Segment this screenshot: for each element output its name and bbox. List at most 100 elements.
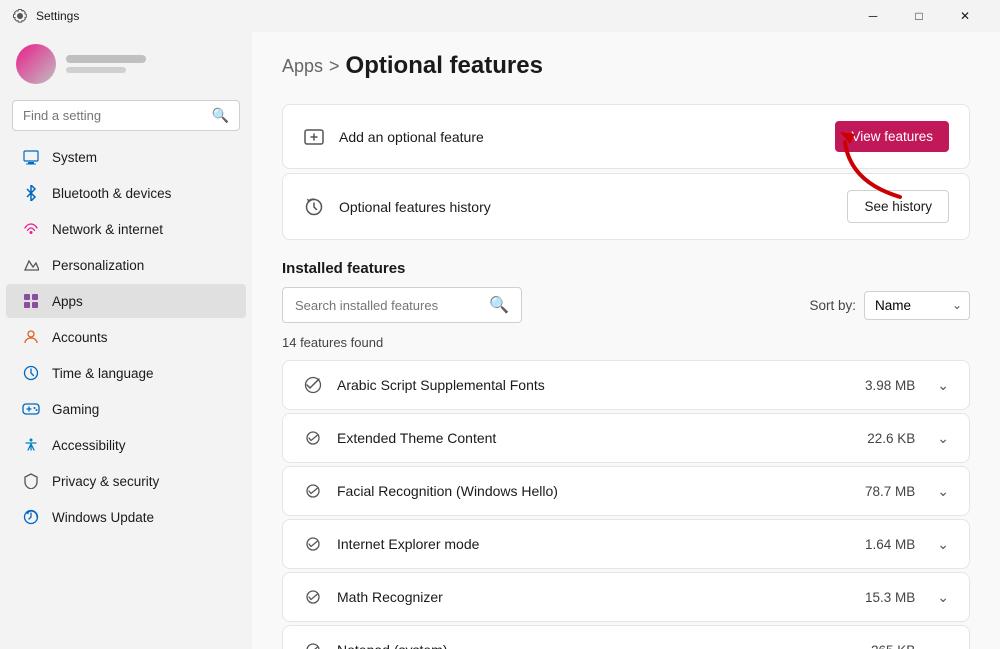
feature-name-4: Math Recognizer bbox=[337, 589, 851, 605]
user-sub-placeholder bbox=[66, 67, 126, 73]
maximize-button[interactable]: □ bbox=[896, 0, 942, 32]
sort-select-wrap[interactable]: Name Size Install date bbox=[864, 291, 970, 320]
breadcrumb-current: Optional features bbox=[346, 52, 543, 80]
view-features-button[interactable]: View features bbox=[835, 121, 949, 152]
search-installed-input[interactable] bbox=[295, 298, 481, 313]
settings-icon bbox=[12, 8, 28, 24]
sidebar-item-accessibility-label: Accessibility bbox=[52, 438, 126, 453]
search-icon: 🔍 bbox=[212, 107, 229, 124]
title-bar-left: Settings bbox=[12, 8, 79, 24]
feature-name-3: Internet Explorer mode bbox=[337, 536, 851, 552]
feature-name-5: Notepad (system) bbox=[337, 642, 857, 649]
breadcrumb: Apps > Optional features bbox=[282, 52, 970, 80]
feature-row-2: Facial Recognition (Windows Hello) 78.7 … bbox=[283, 467, 969, 515]
sidebar-item-bluetooth[interactable]: Bluetooth & devices bbox=[6, 176, 246, 210]
sidebar: 🔍 System Bluetooth & devices Network & i… bbox=[0, 32, 252, 649]
feature-chevron-2[interactable]: ⌄ bbox=[937, 483, 949, 500]
sidebar-search-box[interactable]: 🔍 bbox=[12, 100, 240, 131]
add-feature-card: Add an optional feature View features bbox=[282, 104, 970, 169]
feature-size-5: 265 KB bbox=[871, 643, 915, 649]
feature-size-4: 15.3 MB bbox=[865, 590, 915, 605]
user-section bbox=[0, 32, 252, 100]
minimize-button[interactable]: ─ bbox=[850, 0, 896, 32]
feature-item-1: Extended Theme Content 22.6 KB ⌄ bbox=[282, 413, 970, 463]
feature-chevron-1[interactable]: ⌄ bbox=[937, 430, 949, 447]
features-count: 14 features found bbox=[282, 335, 970, 350]
feature-icon-4 bbox=[303, 587, 323, 607]
user-info bbox=[66, 55, 146, 73]
feature-history-label: Optional features history bbox=[339, 199, 833, 215]
feature-history-row: Optional features history See history bbox=[283, 174, 969, 239]
sidebar-item-apps-label: Apps bbox=[52, 294, 83, 309]
feature-icon-1 bbox=[303, 428, 323, 448]
breadcrumb-separator: > bbox=[329, 56, 340, 77]
sidebar-item-accessibility[interactable]: Accessibility bbox=[6, 428, 246, 462]
sidebar-item-privacy-label: Privacy & security bbox=[52, 474, 159, 489]
add-feature-row: Add an optional feature View features bbox=[283, 105, 969, 168]
sidebar-item-update[interactable]: Windows Update bbox=[6, 500, 246, 534]
main-content: Apps > Optional features Add an optional… bbox=[252, 32, 1000, 649]
sidebar-search-input[interactable] bbox=[23, 108, 204, 123]
feature-chevron-5[interactable]: ⌄ bbox=[937, 642, 949, 649]
sidebar-item-network[interactable]: Network & internet bbox=[6, 212, 246, 246]
feature-row-5: Notepad (system) 265 KB ⌄ bbox=[283, 626, 969, 649]
feature-icon-3 bbox=[303, 534, 323, 554]
personalization-icon bbox=[22, 256, 40, 274]
user-name-placeholder bbox=[66, 55, 146, 63]
sort-by-label: Sort by: bbox=[809, 298, 856, 313]
sidebar-item-time-label: Time & language bbox=[52, 366, 154, 381]
feature-row-1: Extended Theme Content 22.6 KB ⌄ bbox=[283, 414, 969, 462]
sidebar-item-apps[interactable]: Apps bbox=[6, 284, 246, 318]
history-icon bbox=[303, 196, 325, 218]
avatar bbox=[16, 44, 56, 84]
sidebar-item-accounts[interactable]: Accounts bbox=[6, 320, 246, 354]
feature-icon-0 bbox=[303, 375, 323, 395]
feature-icon-5 bbox=[303, 640, 323, 649]
sort-select[interactable]: Name Size Install date bbox=[864, 291, 970, 320]
sidebar-item-personalization[interactable]: Personalization bbox=[6, 248, 246, 282]
feature-row-4: Math Recognizer 15.3 MB ⌄ bbox=[283, 573, 969, 621]
sidebar-item-time[interactable]: Time & language bbox=[6, 356, 246, 390]
see-history-button[interactable]: See history bbox=[847, 190, 949, 223]
time-icon bbox=[22, 364, 40, 382]
feature-chevron-0[interactable]: ⌄ bbox=[937, 377, 949, 394]
sidebar-item-privacy[interactable]: Privacy & security bbox=[6, 464, 246, 498]
feature-item-5: Notepad (system) 265 KB ⌄ bbox=[282, 625, 970, 649]
sidebar-item-accounts-label: Accounts bbox=[52, 330, 108, 345]
title-bar: Settings ─ □ ✕ bbox=[0, 0, 1000, 32]
close-button[interactable]: ✕ bbox=[942, 0, 988, 32]
sidebar-item-personalization-label: Personalization bbox=[52, 258, 144, 273]
feature-size-1: 22.6 KB bbox=[867, 431, 915, 446]
sidebar-item-update-label: Windows Update bbox=[52, 510, 154, 525]
search-installed-bar: 🔍 Sort by: Name Size Install date bbox=[282, 287, 970, 323]
sidebar-item-gaming-label: Gaming bbox=[52, 402, 99, 417]
feature-item-3: Internet Explorer mode 1.64 MB ⌄ bbox=[282, 519, 970, 569]
breadcrumb-parent[interactable]: Apps bbox=[282, 56, 323, 77]
features-list: Arabic Script Supplemental Fonts 3.98 MB… bbox=[282, 360, 970, 649]
apps-icon bbox=[22, 292, 40, 310]
accessibility-icon bbox=[22, 436, 40, 454]
sidebar-item-system-label: System bbox=[52, 150, 97, 165]
installed-section-title: Installed features bbox=[282, 260, 970, 277]
feature-item-0: Arabic Script Supplemental Fonts 3.98 MB… bbox=[282, 360, 970, 410]
update-icon bbox=[22, 508, 40, 526]
app-body: 🔍 System Bluetooth & devices Network & i… bbox=[0, 32, 1000, 649]
feature-item-4: Math Recognizer 15.3 MB ⌄ bbox=[282, 572, 970, 622]
feature-chevron-3[interactable]: ⌄ bbox=[937, 536, 949, 553]
feature-history-card: Optional features history See history bbox=[282, 173, 970, 240]
feature-size-0: 3.98 MB bbox=[865, 378, 915, 393]
feature-chevron-4[interactable]: ⌄ bbox=[937, 589, 949, 606]
sidebar-item-system[interactable]: System bbox=[6, 140, 246, 174]
sort-by-wrap: Sort by: Name Size Install date bbox=[809, 291, 970, 320]
feature-size-3: 1.64 MB bbox=[865, 537, 915, 552]
title-bar-controls: ─ □ ✕ bbox=[850, 0, 988, 32]
gaming-icon bbox=[22, 400, 40, 418]
feature-size-2: 78.7 MB bbox=[865, 484, 915, 499]
feature-name-2: Facial Recognition (Windows Hello) bbox=[337, 483, 851, 499]
feature-row-0: Arabic Script Supplemental Fonts 3.98 MB… bbox=[283, 361, 969, 409]
feature-name-1: Extended Theme Content bbox=[337, 430, 853, 446]
search-installed-icon: 🔍 bbox=[489, 295, 509, 315]
sidebar-item-gaming[interactable]: Gaming bbox=[6, 392, 246, 426]
sidebar-item-bluetooth-label: Bluetooth & devices bbox=[52, 186, 171, 201]
search-installed-wrap[interactable]: 🔍 bbox=[282, 287, 522, 323]
